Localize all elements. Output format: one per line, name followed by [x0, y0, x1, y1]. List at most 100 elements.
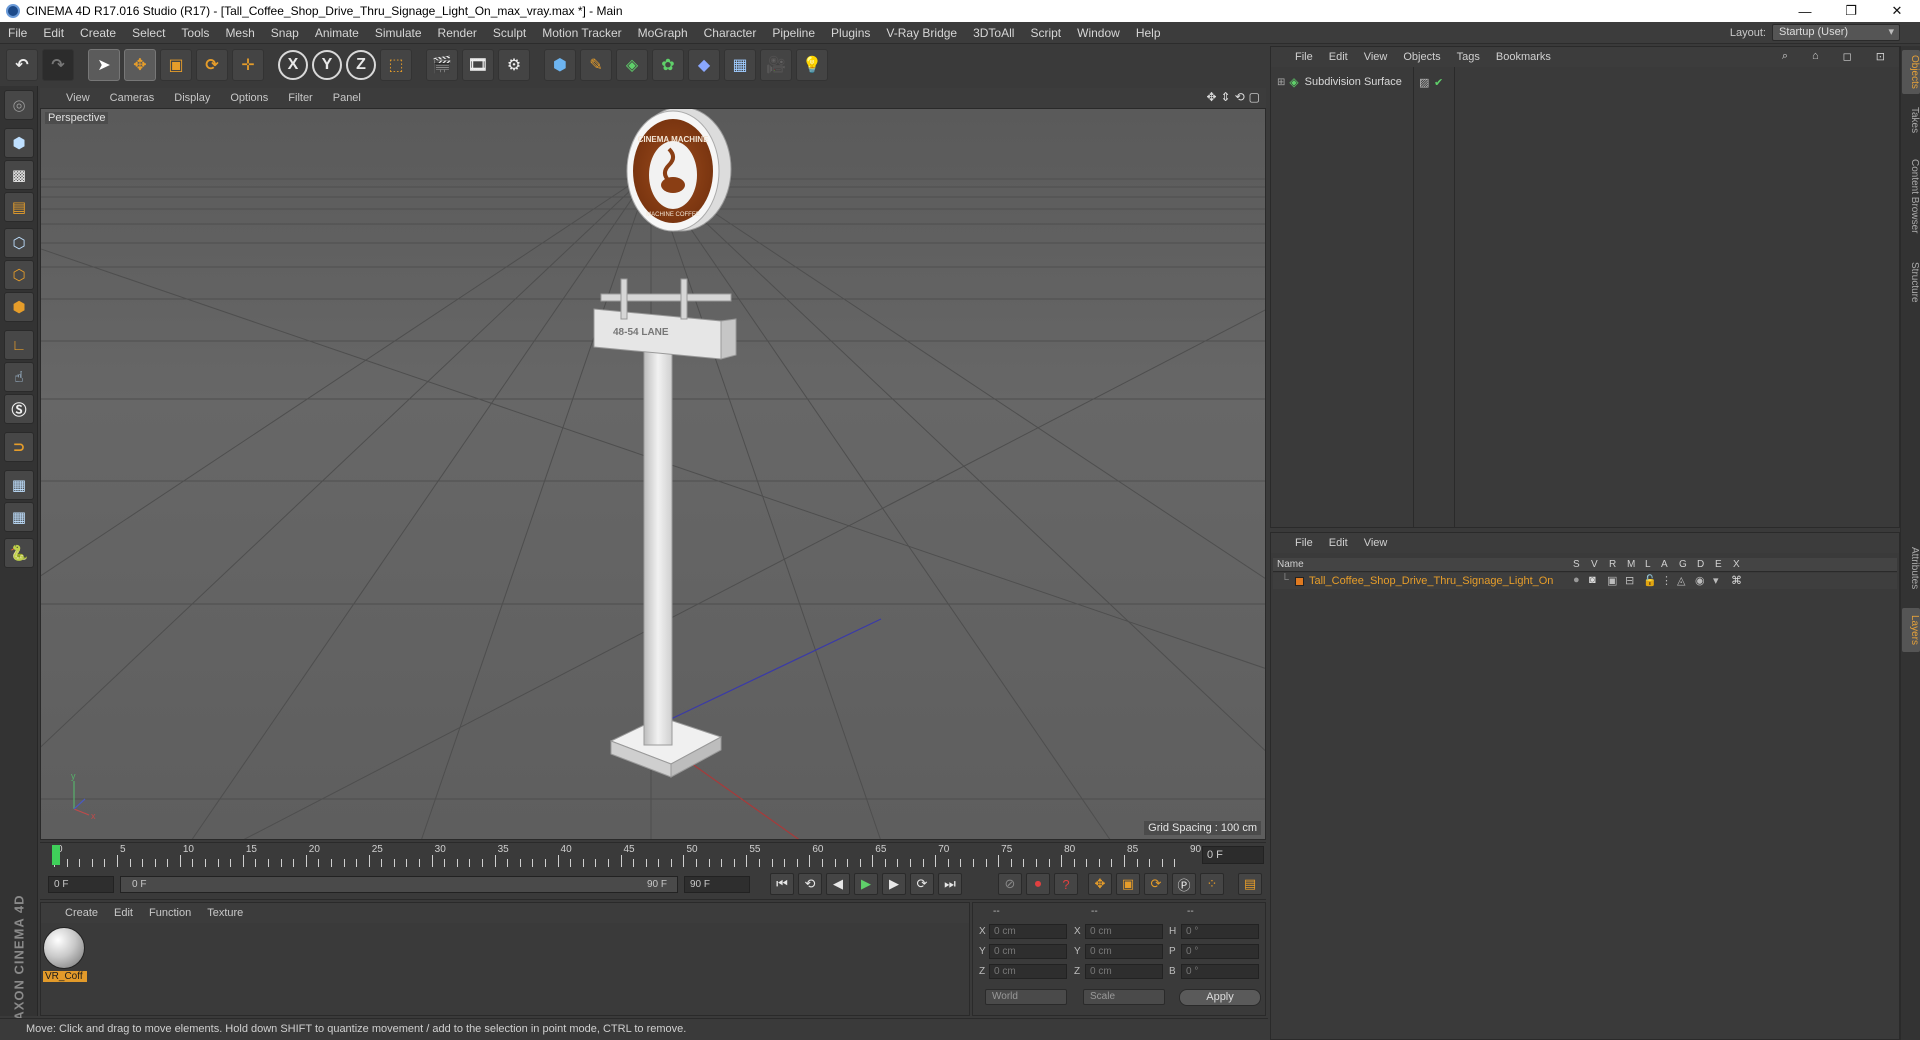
size-x-field[interactable]: 0 cm	[1085, 924, 1163, 939]
viewport-menu-view[interactable]: View	[56, 92, 100, 104]
menu-snap[interactable]: Snap	[263, 26, 307, 40]
layer-flag-manager[interactable]: M	[1627, 559, 1635, 570]
key-scale-icon[interactable]: ▣	[1116, 873, 1140, 895]
prev-key-icon[interactable]: ⟲	[798, 873, 822, 895]
position-x-field[interactable]: 0 cm	[989, 924, 1067, 939]
render-clapper-icon[interactable]: ▣	[1607, 574, 1617, 587]
layermgr-menu-view[interactable]: View	[1356, 537, 1396, 549]
layer-flag-expressions[interactable]: E	[1715, 559, 1722, 570]
x-axis-lock-button[interactable]: X	[278, 50, 308, 80]
next-frame-icon[interactable]: ▶	[882, 873, 906, 895]
material-menu-edit[interactable]: Edit	[106, 907, 141, 919]
menu-file[interactable]: File	[0, 26, 35, 40]
subdivision-surface-icon[interactable]: ◈	[616, 49, 648, 81]
planar-workplane-icon[interactable]: ▦	[4, 502, 34, 532]
locked-workplane-icon[interactable]: ▦	[4, 470, 34, 500]
size-z-field[interactable]: 0 cm	[1085, 964, 1163, 979]
perspective-viewport[interactable]: CINEMA MACHINE MACHINE COFFEE 48-54 LANE…	[40, 108, 1266, 840]
menu-tools[interactable]: Tools	[173, 26, 217, 40]
polygons-mode-icon[interactable]: ⬢	[4, 292, 34, 322]
enabled-check-icon[interactable]: ✔	[1434, 76, 1443, 89]
material-menu-texture[interactable]: Texture	[199, 907, 251, 919]
restore-button[interactable]: ❐	[1828, 0, 1874, 22]
undo-icon[interactable]: ↶	[6, 49, 38, 81]
search-icon[interactable]: ⌕	[1774, 50, 1796, 63]
goto-end-icon[interactable]: ⏭	[938, 873, 962, 895]
range-slider[interactable]: 0 F 90 F	[120, 876, 678, 893]
goto-start-icon[interactable]: ⏮	[770, 873, 794, 895]
rotate-tool-icon[interactable]: ⟳	[196, 49, 228, 81]
objmgr-menu-tags[interactable]: Tags	[1449, 51, 1488, 63]
lock-icon[interactable]: 🔓	[1643, 574, 1657, 587]
minimize-button[interactable]: —	[1782, 0, 1828, 22]
new-view-icon[interactable]: ◻	[1835, 50, 1860, 63]
next-key-icon[interactable]: ⟳	[910, 873, 934, 895]
coord-size-mode-dropdown[interactable]: Scale	[1083, 989, 1165, 1005]
timeline-ticks[interactable]: 051015202530354045505560657075808590	[48, 843, 1201, 867]
xref-icon[interactable]: ⌘	[1731, 574, 1742, 587]
start-frame-field[interactable]: 0 F	[48, 876, 114, 893]
viewport-menu-filter[interactable]: Filter	[278, 92, 322, 104]
record-disabled-icon[interactable]: ⊘	[998, 873, 1022, 895]
python-icon[interactable]: 🐍	[4, 538, 34, 568]
menu-animate[interactable]: Animate	[307, 26, 367, 40]
objmgr-menu-edit[interactable]: Edit	[1321, 51, 1356, 63]
menu-3dtoall[interactable]: 3DToAll	[965, 26, 1022, 40]
menu-create[interactable]: Create	[72, 26, 124, 40]
layer-flag-xref[interactable]: X	[1733, 559, 1740, 570]
layermgr-menu-edit[interactable]: Edit	[1321, 537, 1356, 549]
manager-icon[interactable]: ⊟	[1625, 574, 1634, 587]
z-axis-lock-button[interactable]: Z	[346, 50, 376, 80]
material-menu-function[interactable]: Function	[141, 907, 199, 919]
size-y-field[interactable]: 0 cm	[1085, 944, 1163, 959]
y-axis-lock-button[interactable]: Y	[312, 50, 342, 80]
cloner-icon[interactable]: ✿	[652, 49, 684, 81]
menu-plugins[interactable]: Plugins	[823, 26, 878, 40]
make-editable-icon[interactable]: ◎	[4, 90, 34, 120]
record-keys-icon[interactable]: ⏺	[1026, 873, 1050, 895]
menu-character[interactable]: Character	[696, 26, 765, 40]
close-button[interactable]: ✕	[1874, 0, 1920, 22]
workplane-mode-icon[interactable]: ▤	[4, 192, 34, 222]
maximize-view-icon[interactable]: ▢	[1249, 90, 1260, 104]
expand-icon[interactable]: ⊡	[1868, 50, 1893, 63]
menu-simulate[interactable]: Simulate	[367, 26, 430, 40]
camera-icon[interactable]: 🎥	[760, 49, 792, 81]
axis-mode-icon[interactable]: ∟	[4, 330, 34, 360]
rotation-b-field[interactable]: 0 °	[1181, 964, 1259, 979]
cube-primitive-icon[interactable]: ⬢	[544, 49, 576, 81]
objmgr-menu-view[interactable]: View	[1356, 51, 1396, 63]
apply-button[interactable]: Apply	[1179, 989, 1261, 1006]
edges-mode-icon[interactable]: ⬡	[4, 260, 34, 290]
floor-icon[interactable]: ▦	[724, 49, 756, 81]
prev-frame-icon[interactable]: ◀	[826, 873, 850, 895]
render-settings-icon[interactable]: ⚙	[498, 49, 530, 81]
rotation-p-field[interactable]: 0 °	[1181, 944, 1259, 959]
home-icon[interactable]: ⌂	[1804, 50, 1827, 63]
menu-render[interactable]: Render	[430, 26, 485, 40]
render-view-icon[interactable]: 🎬	[426, 49, 458, 81]
render-picture-viewer-icon[interactable]: 🎞	[462, 49, 494, 81]
animation-icon[interactable]: ⋮	[1661, 574, 1672, 587]
menu-select[interactable]: Select	[124, 26, 173, 40]
menu-mesh[interactable]: Mesh	[217, 26, 262, 40]
side-tab-objects[interactable]: Objects	[1902, 50, 1920, 94]
coord-space-dropdown[interactable]: World	[985, 989, 1067, 1005]
pan-icon[interactable]: ✥	[1206, 90, 1216, 104]
viewport-menu-display[interactable]: Display	[164, 92, 220, 104]
object-row-subdivision-surface[interactable]: ⊞ ◈ Subdivision Surface ▨ ✔	[1271, 74, 1899, 90]
viewport-menu-panel[interactable]: Panel	[323, 92, 371, 104]
expression-icon[interactable]: ▾	[1713, 574, 1719, 587]
view-eye-icon[interactable]: ◙	[1589, 574, 1596, 586]
menu-sculpt[interactable]: Sculpt	[485, 26, 534, 40]
solo-dot-icon[interactable]: ●	[1573, 574, 1580, 586]
menu-window[interactable]: Window	[1069, 26, 1128, 40]
side-tab-structure[interactable]: Structure	[1902, 252, 1920, 312]
material-menu-create[interactable]: Create	[57, 907, 106, 919]
layer-tag-icon[interactable]: ▨	[1419, 76, 1429, 89]
coordinate-system-icon[interactable]: ⬚	[380, 49, 412, 81]
menu-mograph[interactable]: MoGraph	[630, 26, 696, 40]
playhead[interactable]	[52, 845, 60, 865]
objmgr-menu-objects[interactable]: Objects	[1395, 51, 1448, 63]
scale-tool-icon[interactable]: ▣	[160, 49, 192, 81]
